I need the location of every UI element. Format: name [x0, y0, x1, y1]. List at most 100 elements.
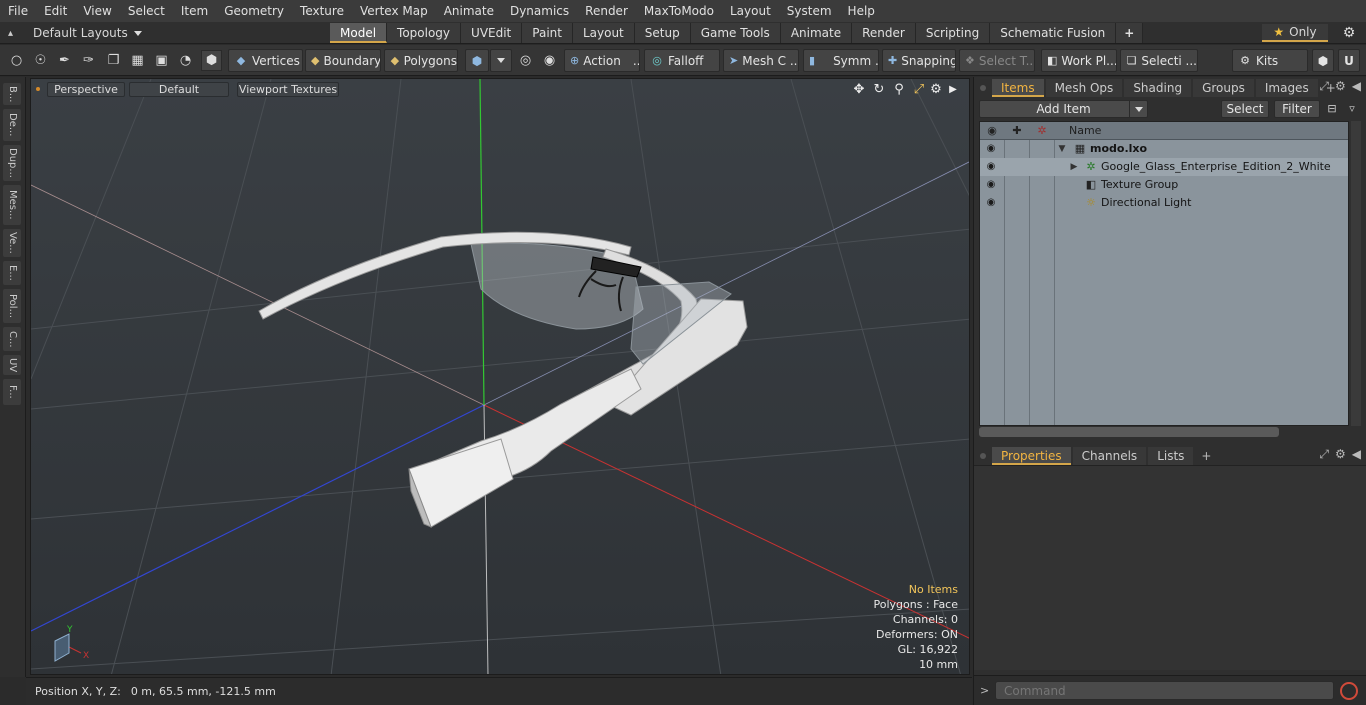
timer-icon[interactable]: ◔ — [175, 50, 196, 71]
select-through-button[interactable]: ❖ Select T... — [959, 49, 1035, 72]
viewport-canvas[interactable]: Y X — [31, 79, 970, 675]
tab-topology[interactable]: Topology — [387, 23, 462, 43]
filter-button[interactable]: Filter — [1274, 100, 1320, 118]
menu-dynamics[interactable]: Dynamics — [502, 4, 577, 18]
expand-panel-icon[interactable]: ⤢ — [1319, 79, 1329, 94]
brush-icon[interactable]: ✑ — [78, 50, 99, 71]
tab-properties[interactable]: Properties — [992, 447, 1071, 465]
pan-icon[interactable]: ✥ — [850, 81, 868, 99]
vtab-fusion[interactable]: F... — [3, 379, 21, 405]
panel-arrow-icon[interactable]: ◀ — [1352, 79, 1361, 94]
menu-edit[interactable]: Edit — [36, 4, 75, 18]
vtab-basic[interactable]: B... — [3, 83, 21, 105]
menu-texture[interactable]: Texture — [292, 4, 352, 18]
lock-header-icon[interactable]: ✚ — [1010, 124, 1024, 138]
menu-animate[interactable]: Animate — [436, 4, 502, 18]
menu-file[interactable]: File — [0, 4, 36, 18]
only-toggle[interactable]: ★ Only — [1262, 24, 1328, 42]
pen-icon[interactable]: ✒ — [54, 50, 75, 71]
kits-button[interactable]: ⚙ Kits — [1232, 49, 1308, 72]
menu-geometry[interactable]: Geometry — [216, 4, 292, 18]
tab-uvedit[interactable]: UVEdit — [461, 23, 523, 43]
3d-viewport[interactable]: Y X Perspective Default Viewport Texture… — [30, 78, 970, 675]
cube-button[interactable]: ⬢ — [1312, 49, 1334, 72]
selection-sets-button[interactable]: ❏ Selecti ... — [1120, 49, 1198, 72]
add-tab-button[interactable]: + — [1116, 23, 1144, 43]
item-mode-icon[interactable]: ⬢ — [201, 50, 222, 71]
vtab-polygon[interactable]: Pol... — [3, 289, 21, 323]
snap-face-icon[interactable]: ◉ — [539, 50, 560, 71]
tab-items[interactable]: Items — [992, 79, 1044, 97]
viewport-textures-button[interactable]: Viewport Textures — [237, 82, 339, 97]
expand-triangle-icon[interactable]: ▶ — [1069, 160, 1079, 174]
vtab-uv[interactable]: UV — [3, 355, 21, 375]
tab-channels[interactable]: Channels — [1072, 447, 1147, 465]
funnel-icon[interactable]: ▿ — [1345, 102, 1359, 116]
gear-icon[interactable]: ⚙ — [1340, 24, 1358, 42]
tab-schematic-fusion[interactable]: Schematic Fusion — [990, 23, 1117, 43]
menu-vertex-map[interactable]: Vertex Map — [352, 4, 436, 18]
vtab-curve[interactable]: C... — [3, 327, 21, 351]
tab-images[interactable]: Images — [1255, 79, 1318, 97]
command-input[interactable] — [995, 681, 1334, 700]
grid-icon[interactable]: ▦ — [127, 50, 148, 71]
visibility-header-icon[interactable]: ◉ — [985, 124, 999, 138]
collapse-icon[interactable]: ⊟ — [1325, 102, 1339, 116]
name-column-header[interactable]: Name — [1069, 124, 1101, 137]
tab-layout[interactable]: Layout — [572, 23, 635, 43]
tab-render[interactable]: Render — [852, 23, 916, 43]
vtab-deform[interactable]: De... — [3, 109, 21, 141]
boundary-button[interactable]: ◆ Boundary — [305, 49, 381, 72]
menu-layout[interactable]: Layout — [722, 4, 779, 18]
square-select-icon[interactable]: ▣ — [151, 50, 172, 71]
unreal-button[interactable]: U — [1338, 49, 1360, 72]
expand-panel-icon[interactable]: ⤢ — [1319, 447, 1329, 462]
item-row-mesh[interactable]: ◉ ▶ ✲ Google_Glass_Enterprise_Edition_2_… — [980, 158, 1348, 176]
vtab-vertex[interactable]: Ve... — [3, 229, 21, 257]
menu-maxtomodo[interactable]: MaxToModo — [636, 4, 722, 18]
view-mode-button[interactable]: Perspective — [47, 82, 125, 97]
rotate-icon[interactable]: ↻ — [870, 81, 888, 99]
tab-model[interactable]: Model — [330, 23, 388, 43]
item-list-horizontal-scrollbar[interactable] — [979, 427, 1279, 437]
polygons-button[interactable]: ◆ Polygons — [384, 49, 458, 72]
tab-shading[interactable]: Shading — [1124, 79, 1192, 97]
vertices-button[interactable]: ◆ Vertices — [228, 49, 303, 72]
vtab-duplicate[interactable]: Dup... — [3, 145, 21, 181]
mesh-constraints-button[interactable]: ➤ Mesh C ... — [723, 49, 799, 72]
mode-dropdown-button[interactable] — [490, 49, 512, 72]
menu-item[interactable]: Item — [173, 4, 216, 18]
tab-mesh-ops[interactable]: Mesh Ops — [1045, 79, 1123, 97]
visibility-eye-icon[interactable]: ◉ — [984, 178, 998, 192]
tab-animate[interactable]: Animate — [780, 23, 853, 43]
vtab-mesh-edit[interactable]: Mes... — [3, 185, 21, 225]
item-row-texture-group[interactable]: ◉ ◧ Texture Group — [980, 176, 1348, 194]
menu-view[interactable]: View — [75, 4, 119, 18]
viewport-menu-dot[interactable] — [36, 87, 40, 91]
item-list-vertical-scrollbar[interactable] — [1351, 121, 1361, 426]
tab-groups[interactable]: Groups — [1193, 79, 1254, 97]
panel-gear-icon[interactable]: ⚙ — [1335, 79, 1346, 94]
menu-render[interactable]: Render — [577, 4, 636, 18]
menu-select[interactable]: Select — [120, 4, 173, 18]
symmetry-button[interactable]: ▮ Symm ... — [803, 49, 879, 72]
select-button[interactable]: Select — [1221, 100, 1269, 118]
tab-scripting[interactable]: Scripting — [915, 23, 991, 43]
zoom-icon[interactable]: ⚲ — [890, 81, 908, 99]
snap-vertex-icon[interactable]: ◎ — [515, 50, 536, 71]
add-item-dropdown[interactable] — [1129, 101, 1147, 117]
layout-dropdown[interactable]: ▴ Default Layouts — [8, 24, 142, 42]
menu-system[interactable]: System — [779, 4, 840, 18]
add-panel-tab-button[interactable]: + — [1195, 447, 1217, 465]
shading-mode-button[interactable]: Default — [129, 82, 229, 97]
record-macro-icon[interactable] — [1340, 682, 1358, 700]
visibility-eye-icon[interactable]: ◉ — [984, 160, 998, 174]
add-item-button[interactable]: Add Item — [979, 100, 1148, 118]
visibility-eye-icon[interactable]: ◉ — [984, 196, 998, 210]
panel-menu-dot[interactable] — [980, 85, 986, 91]
visibility-eye-icon[interactable]: ◉ — [984, 142, 998, 156]
item-row-light[interactable]: ◉ ☼ Directional Light — [980, 194, 1348, 212]
panel-menu-dot[interactable] — [980, 453, 986, 459]
viewport-settings-icon[interactable]: ⚙ — [927, 81, 945, 99]
menu-help[interactable]: Help — [840, 4, 883, 18]
